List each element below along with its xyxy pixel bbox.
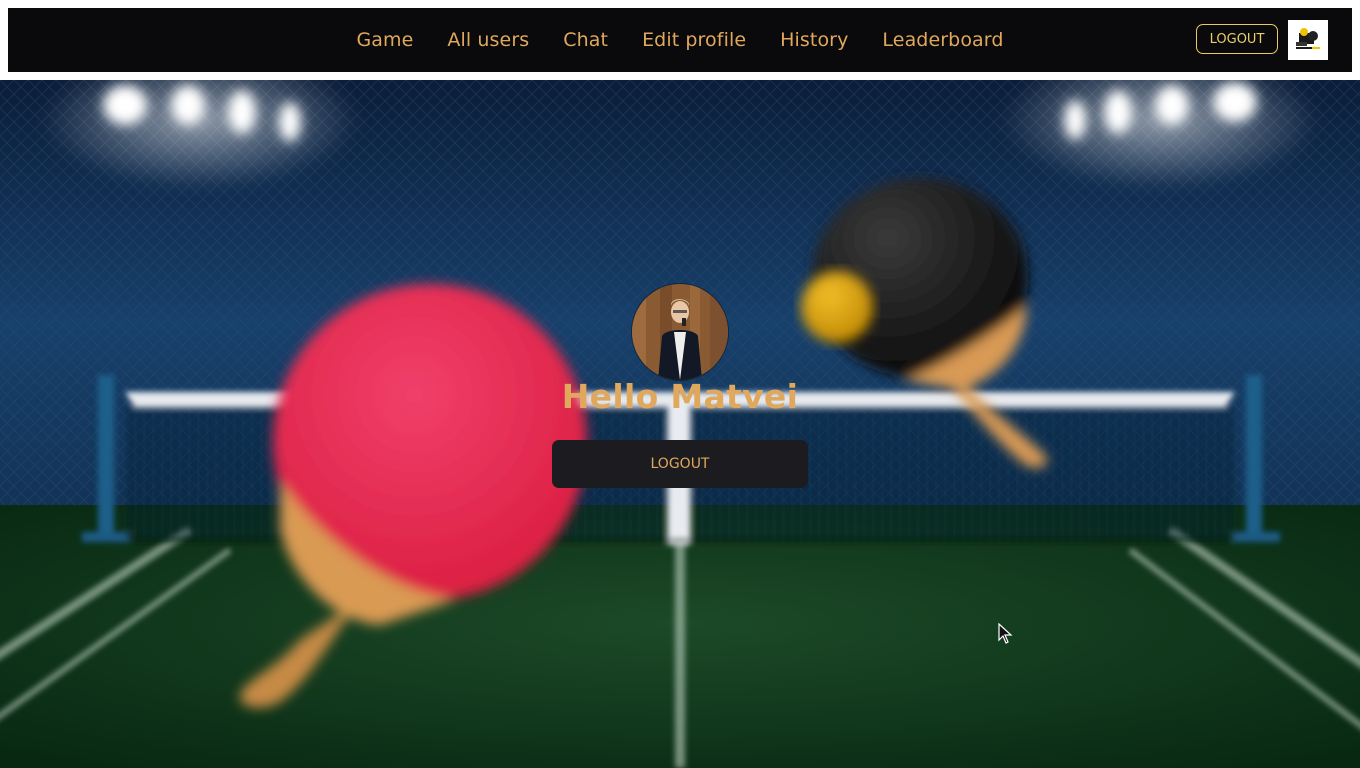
user-avatar <box>632 284 728 380</box>
logout-button[interactable]: LOGOUT <box>552 440 808 488</box>
nav-link-game[interactable]: Game <box>356 29 413 51</box>
ping-pong-logo-icon[interactable] <box>1288 20 1328 60</box>
mouse-pointer-icon <box>998 622 1014 649</box>
ping-pong-background <box>0 80 1360 768</box>
nav-logout-button[interactable]: LOGOUT <box>1196 24 1278 54</box>
arena-illustration <box>0 80 1360 768</box>
nav-link-leaderboard[interactable]: Leaderboard <box>882 29 1003 51</box>
nav-link-history[interactable]: History <box>780 29 848 51</box>
nav-link-chat[interactable]: Chat <box>563 29 608 51</box>
nav-link-all-users[interactable]: All users <box>447 29 529 51</box>
nav-link-edit-profile[interactable]: Edit profile <box>642 29 746 51</box>
nav-links: Game All users Chat Edit profile History… <box>8 8 1352 72</box>
top-navbar: Game All users Chat Edit profile History… <box>8 8 1352 72</box>
greeting-heading: Hello Matvei <box>561 377 799 416</box>
